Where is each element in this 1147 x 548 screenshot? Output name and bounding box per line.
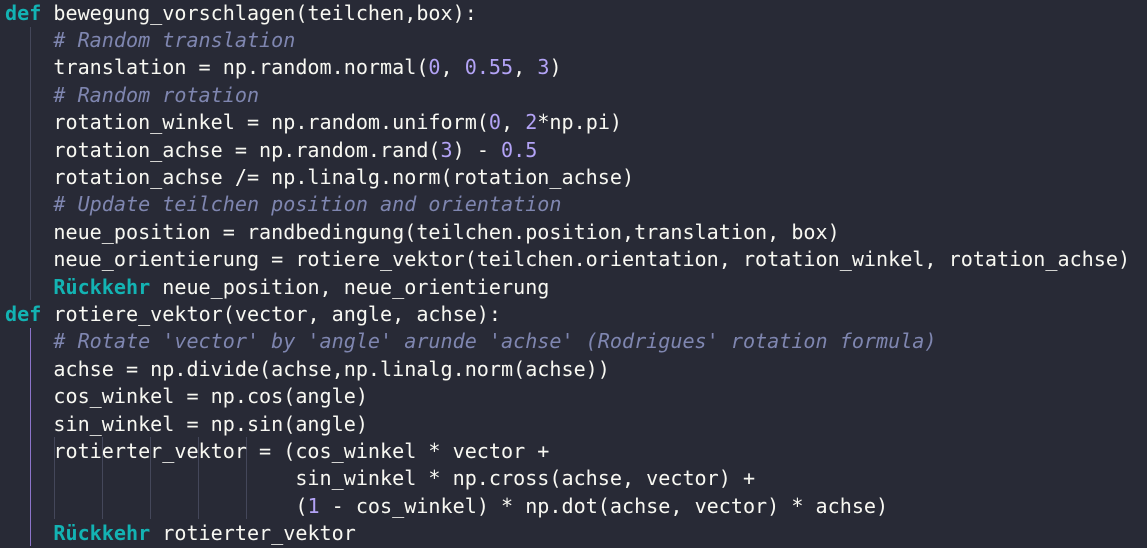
code-line[interactable]: (1 - cos_winkel) * np.dot(achse, vector)… xyxy=(5,493,888,520)
number-token: 0 xyxy=(488,110,502,135)
number-token: 0.55 xyxy=(464,55,514,80)
code-token: bewegung_vorschlagen(teilchen,box): xyxy=(41,0,477,25)
code-token: cos_winkel = np.cos(angle) xyxy=(5,384,368,409)
code-token: , xyxy=(513,55,538,80)
code-line[interactable]: Rückkehr rotierter_vektor xyxy=(5,520,356,547)
code-line[interactable]: rotation_achse /= np.linalg.norm(rotatio… xyxy=(5,164,634,191)
code-line[interactable]: rotation_winkel = np.random.uniform(0, 2… xyxy=(5,109,622,136)
number-token: 0 xyxy=(428,55,441,80)
code-token: rotation_winkel = np.random.uniform( xyxy=(5,110,489,135)
keyword-token: def xyxy=(5,0,42,25)
code-token: neue_position = randbedingung(teilchen.p… xyxy=(5,219,840,244)
code-token: , xyxy=(501,110,526,135)
code-line[interactable]: # Random translation xyxy=(5,27,295,54)
comment-token: # Update teilchen position and orientati… xyxy=(53,192,562,217)
code-token: achse = np.divide(achse,np.linalg.norm(a… xyxy=(5,356,610,381)
comment-token: # Random translation xyxy=(53,27,296,52)
comment-token: # Rotate 'vector' by 'angle' arunde 'ach… xyxy=(53,329,937,354)
keyword-token: Rückkehr xyxy=(53,274,151,299)
code-editor[interactable]: def bewegung_vorschlagen(teilchen,box): … xyxy=(0,0,1147,546)
code-token: , xyxy=(440,55,465,80)
code-line[interactable]: neue_position = randbedingung(teilchen.p… xyxy=(5,219,840,246)
number-token: 2 xyxy=(525,110,538,135)
code-line[interactable]: translation = np.random.normal(0, 0.55, … xyxy=(5,54,562,81)
code-line[interactable]: def rotiere_vektor(vector, angle, achse)… xyxy=(5,301,501,328)
code-line[interactable]: cos_winkel = np.cos(angle) xyxy=(5,383,368,410)
number-token: 3 xyxy=(537,55,550,80)
code-token: rotierter_vektor xyxy=(150,521,356,546)
code-token: ) xyxy=(549,55,562,80)
number-token: 3 xyxy=(440,137,453,162)
code-token: rotiere_vektor(vector, angle, achse): xyxy=(41,301,502,326)
code-token: sin_winkel = np.sin(angle) xyxy=(5,411,368,436)
number-token: 0.5 xyxy=(501,137,538,162)
code-line[interactable]: sin_winkel * np.cross(achse, vector) + xyxy=(5,465,755,492)
code-token: rotation_achse = np.random.rand( xyxy=(5,137,441,162)
code-line[interactable]: rotierter_vektor = (cos_winkel * vector … xyxy=(5,438,549,465)
code-line[interactable]: # Update teilchen position and orientati… xyxy=(5,191,561,218)
number-token: 1 xyxy=(307,493,320,518)
comment-token: # Random rotation xyxy=(53,82,260,107)
code-token: neue_orientierung = rotiere_vektor(teilc… xyxy=(5,247,1131,272)
code-line[interactable]: def bewegung_vorschlagen(teilchen,box): xyxy=(5,0,477,27)
code-token: sin_winkel * np.cross(achse, vector) + xyxy=(5,466,756,491)
code-line[interactable]: # Rotate 'vector' by 'angle' arunde 'ach… xyxy=(5,328,937,355)
code-line[interactable]: rotation_achse = np.random.rand(3) - 0.5 xyxy=(5,137,537,164)
code-line[interactable]: achse = np.divide(achse,np.linalg.norm(a… xyxy=(5,356,610,383)
code-line[interactable]: Rückkehr neue_position, neue_orientierun… xyxy=(5,274,549,301)
code-token: ( xyxy=(5,493,308,518)
code-token: rotation_achse /= np.linalg.norm(rotatio… xyxy=(5,164,635,189)
code-line[interactable]: # Random rotation xyxy=(5,82,259,109)
keyword-token: Rückkehr xyxy=(53,521,151,546)
code-token: rotierter_vektor = (cos_winkel * vector … xyxy=(5,438,550,463)
code-token: ) - xyxy=(452,137,502,162)
keyword-token: def xyxy=(5,301,42,326)
code-token: - cos_winkel) * np.dot(achse, vector) * … xyxy=(319,493,889,518)
code-token: neue_position, neue_orientierung xyxy=(150,274,550,299)
code-token: *np.pi) xyxy=(537,110,623,135)
code-token: translation = np.random.normal( xyxy=(5,55,429,80)
code-line[interactable]: sin_winkel = np.sin(angle) xyxy=(5,411,368,438)
code-line[interactable]: neue_orientierung = rotiere_vektor(teilc… xyxy=(5,246,1130,273)
